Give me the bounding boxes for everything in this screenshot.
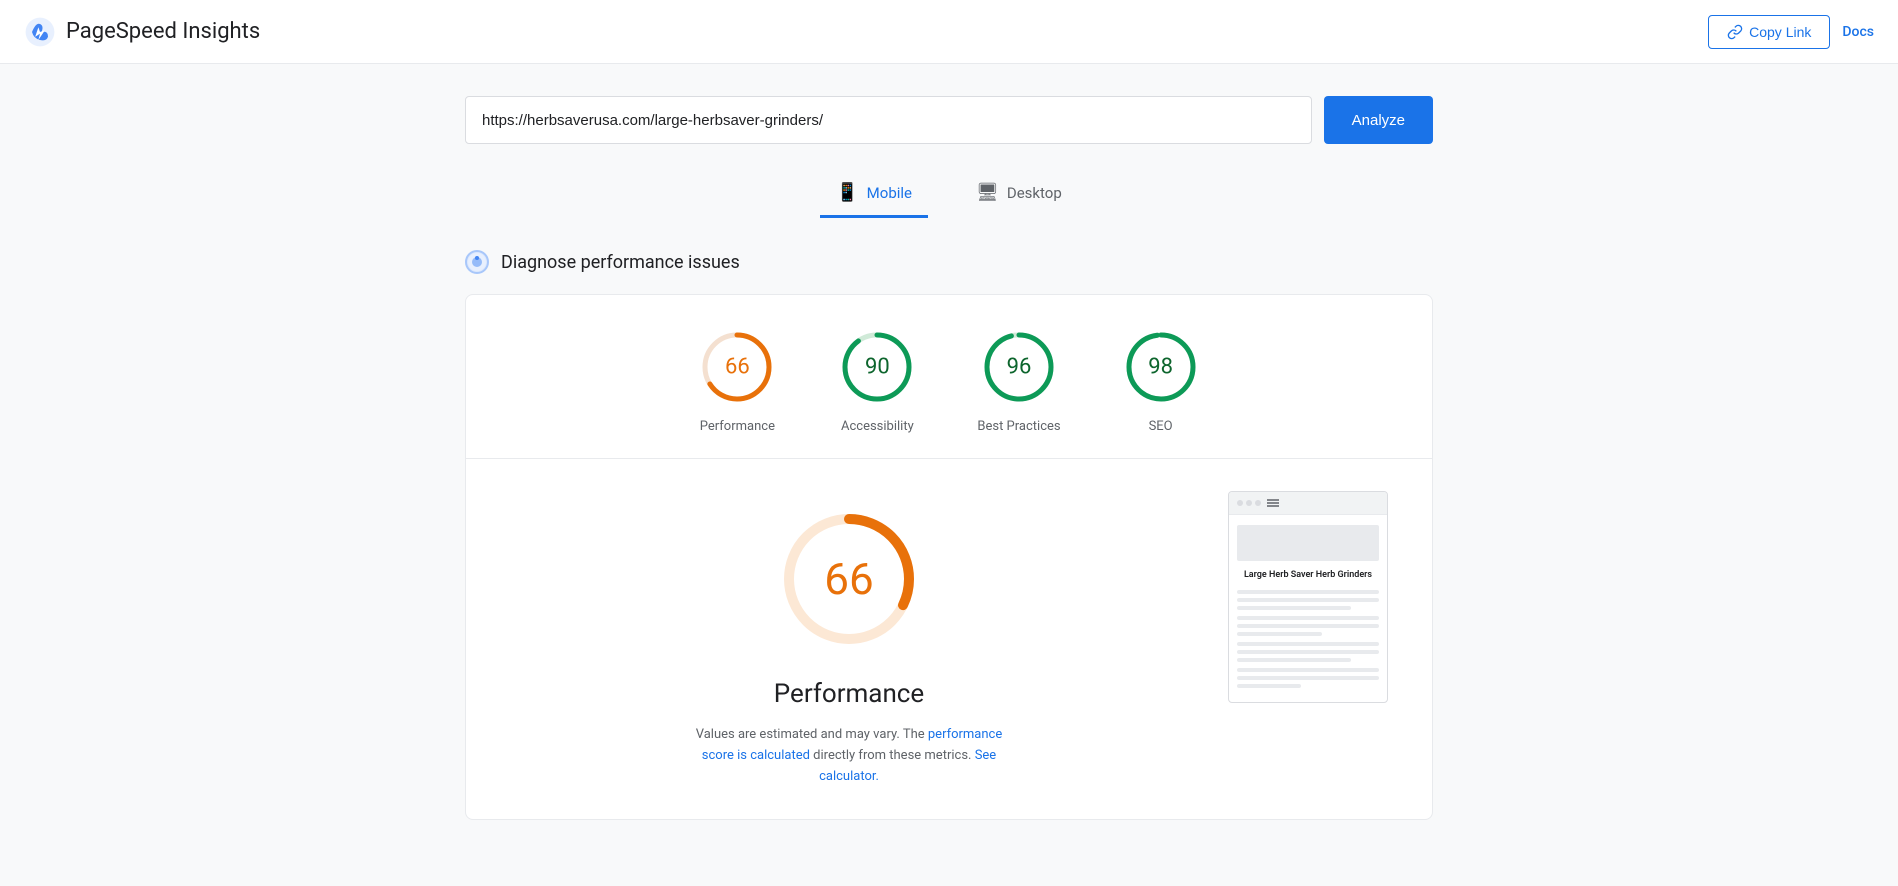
- score-circle-seo: 98: [1121, 327, 1201, 407]
- url-bar-row: Analyze: [465, 96, 1433, 144]
- tab-mobile[interactable]: 📱 Mobile: [820, 172, 928, 218]
- ss-line-4: [1237, 616, 1379, 620]
- copy-link-button[interactable]: Copy Link: [1708, 15, 1830, 49]
- ss-line-9: [1237, 658, 1351, 662]
- score-circle-best-practices: 96: [979, 327, 1059, 407]
- app-header: PageSpeed Insights Copy Link Docs: [0, 0, 1898, 64]
- spinner-icon: [465, 250, 489, 274]
- perf-note-suffix: directly from these metrics.: [810, 748, 975, 763]
- big-score-circle: 66: [769, 499, 929, 659]
- tab-desktop[interactable]: 🖥 Desktop: [960, 172, 1078, 218]
- score-item-performance: 66 Performance: [697, 327, 777, 434]
- big-score-value: 66: [824, 553, 873, 605]
- header-actions: Copy Link Docs: [1708, 15, 1874, 49]
- device-tabs: 📱 Mobile 🖥 Desktop: [465, 172, 1433, 218]
- screenshot-frame: Large Herb Saver Herb Grinders: [1228, 491, 1388, 703]
- score-circle-accessibility: 90: [837, 327, 917, 407]
- score-label-best-practices: Best Practices: [977, 419, 1060, 434]
- ss-line-11: [1237, 676, 1379, 680]
- score-label-accessibility: Accessibility: [841, 419, 914, 434]
- score-item-accessibility: 90 Accessibility: [837, 327, 917, 434]
- score-label-performance: Performance: [700, 419, 775, 434]
- ss-line-2: [1237, 598, 1379, 602]
- ss-line-1: [1237, 590, 1379, 594]
- ss-line-3: [1237, 606, 1351, 610]
- score-value-seo: 98: [1148, 355, 1173, 380]
- section-header: Diagnose performance issues: [465, 250, 1433, 274]
- scores-row: 66 Performance 90 Accessibility: [490, 327, 1408, 434]
- tab-mobile-label: Mobile: [867, 184, 912, 202]
- score-value-best-practices: 96: [1007, 355, 1032, 380]
- main-content: Analyze 📱 Mobile 🖥 Desktop Diagnose perf…: [449, 64, 1449, 852]
- score-card: 66 Performance 90 Accessibility: [465, 294, 1433, 820]
- perf-note-static: Values are estimated and may vary. The: [696, 727, 928, 742]
- analyze-button[interactable]: Analyze: [1324, 96, 1433, 144]
- performance-detail: 66 Performance Values are estimated and …: [490, 459, 1208, 819]
- link-icon: [1727, 24, 1743, 40]
- screenshot-page-title: Large Herb Saver Herb Grinders: [1237, 569, 1379, 582]
- ss-line-12: [1237, 684, 1301, 688]
- screenshot-panel: Large Herb Saver Herb Grinders: [1208, 459, 1408, 819]
- dot-1: [1237, 500, 1243, 506]
- score-item-seo: 98 SEO: [1121, 327, 1201, 434]
- performance-note: Values are estimated and may vary. The p…: [679, 725, 1019, 787]
- ss-line-6: [1237, 632, 1322, 636]
- ss-line-10: [1237, 668, 1379, 672]
- section-title: Diagnose performance issues: [501, 252, 740, 273]
- score-value-performance: 66: [725, 355, 750, 380]
- dot-3: [1255, 500, 1261, 506]
- url-input[interactable]: [465, 96, 1312, 144]
- hamburger-icon: [1267, 498, 1279, 508]
- score-label-seo: SEO: [1149, 419, 1173, 434]
- lower-section: 66 Performance Values are estimated and …: [490, 459, 1408, 819]
- screenshot-body: Large Herb Saver Herb Grinders: [1229, 515, 1387, 702]
- mobile-icon: 📱: [836, 182, 858, 203]
- tab-desktop-label: Desktop: [1007, 184, 1062, 202]
- pagespeed-logo-icon: [24, 16, 56, 48]
- score-item-best-practices: 96 Best Practices: [977, 327, 1060, 434]
- dot-2: [1246, 500, 1252, 506]
- score-circle-performance: 66: [697, 327, 777, 407]
- screenshot-header-bar: [1229, 492, 1387, 515]
- logo-area: PageSpeed Insights: [24, 16, 260, 48]
- ss-line-7: [1237, 642, 1379, 646]
- docs-link[interactable]: Docs: [1842, 24, 1874, 40]
- screenshot-product-image: [1237, 525, 1379, 561]
- desktop-icon: 🖥: [976, 182, 999, 203]
- screenshot-dots: [1237, 500, 1261, 506]
- ss-line-5: [1237, 624, 1379, 628]
- app-title: PageSpeed Insights: [66, 19, 260, 44]
- ss-line-8: [1237, 650, 1379, 654]
- performance-title: Performance: [774, 679, 924, 709]
- score-value-accessibility: 90: [865, 355, 890, 380]
